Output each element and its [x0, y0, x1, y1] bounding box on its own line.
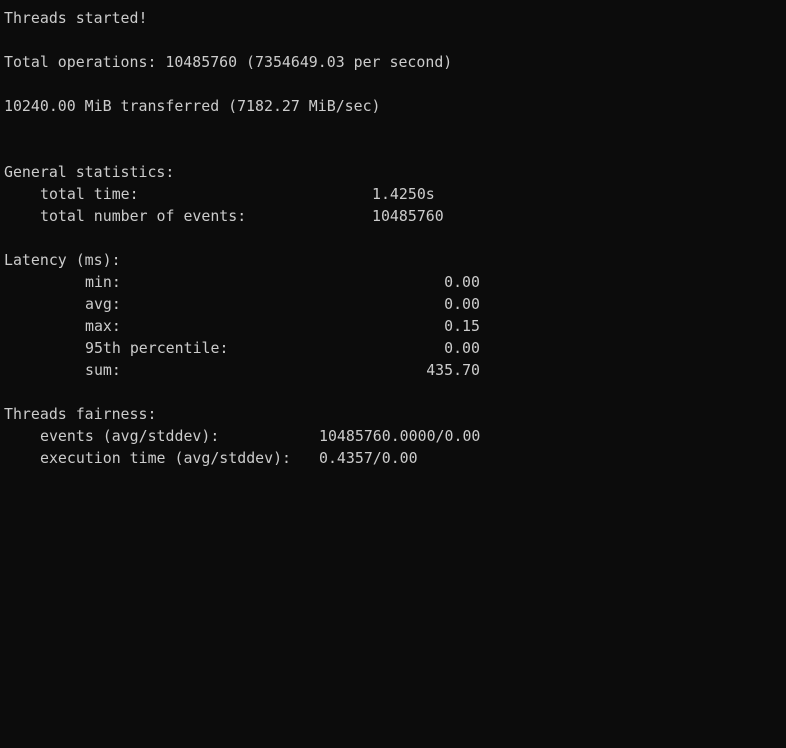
total-events-label: total number of events: — [40, 207, 247, 225]
fairness-exec-label: execution time (avg/stddev): — [40, 449, 292, 467]
total-time-label: total time: — [40, 185, 139, 203]
total-time-value: 1.4250s — [372, 185, 435, 203]
latency-sum-value: 435.70 — [426, 361, 480, 379]
threads-started-line: Threads started! — [4, 9, 148, 27]
fairness-events-label: events (avg/stddev): — [40, 427, 220, 445]
latency-min-label: min: — [85, 273, 121, 291]
latency-p95-label: 95th percentile: — [85, 339, 229, 357]
latency-max-value: 0.15 — [444, 317, 480, 335]
latency-avg-value: 0.00 — [444, 295, 480, 313]
total-operations-line: Total operations: 10485760 (7354649.03 p… — [4, 53, 453, 71]
terminal-output[interactable]: Threads started! Total operations: 10485… — [0, 0, 786, 477]
fairness-exec-value: 0.4357/0.00 — [319, 449, 418, 467]
latency-p95-value: 0.00 — [444, 339, 480, 357]
latency-heading: Latency (ms): — [4, 251, 121, 269]
fairness-events-value: 10485760.0000/0.00 — [319, 427, 481, 445]
general-statistics-heading: General statistics: — [4, 163, 175, 181]
latency-avg-label: avg: — [85, 295, 121, 313]
latency-max-label: max: — [85, 317, 121, 335]
total-events-value: 10485760 — [372, 207, 444, 225]
latency-min-value: 0.00 — [444, 273, 480, 291]
threads-fairness-heading: Threads fairness: — [4, 405, 157, 423]
latency-sum-label: sum: — [85, 361, 121, 379]
transferred-line: 10240.00 MiB transferred (7182.27 MiB/se… — [4, 97, 381, 115]
